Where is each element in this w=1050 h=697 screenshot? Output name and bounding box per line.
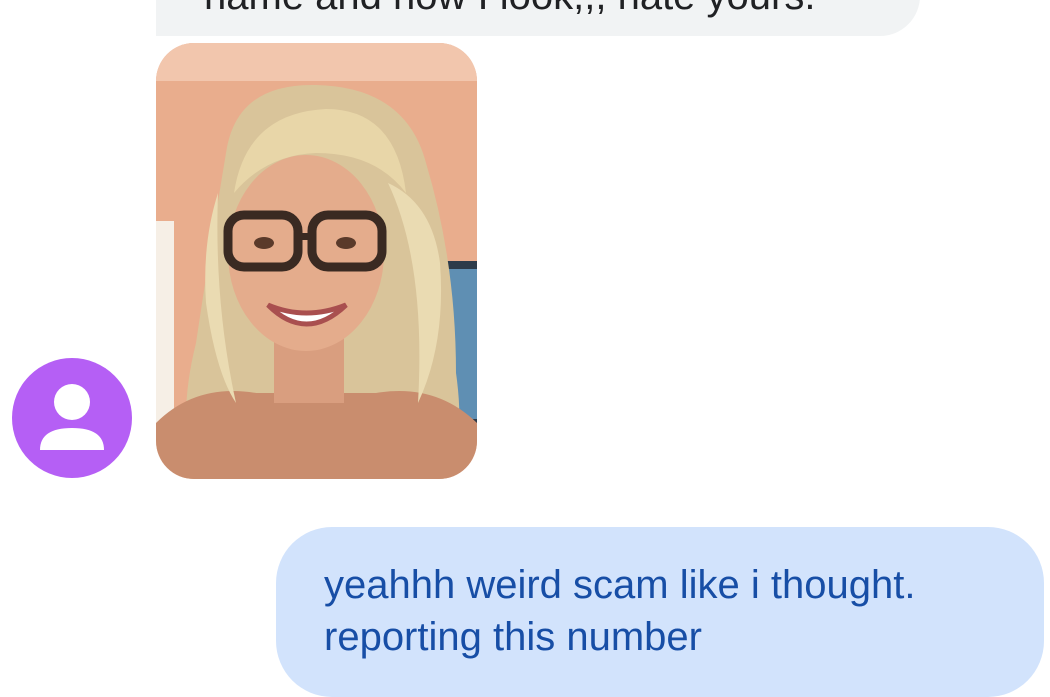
person-icon bbox=[40, 384, 104, 450]
outgoing-message-bubble[interactable]: yeahhh weird scam like i thought. report… bbox=[276, 527, 1044, 697]
outgoing-message-line: reporting this number bbox=[324, 615, 702, 659]
outgoing-message-text: yeahhh weird scam like i thought. report… bbox=[324, 559, 1024, 663]
incoming-message-bubble[interactable]: name and how I look,,, hate yours. bbox=[156, 0, 920, 36]
photo-attachment[interactable] bbox=[156, 43, 477, 479]
incoming-message-text: name and how I look,,, hate yours. bbox=[204, 0, 815, 20]
conversation-view: name and how I look,,, hate yours. bbox=[0, 0, 1050, 697]
contact-avatar[interactable] bbox=[12, 358, 132, 478]
photo-image bbox=[156, 43, 477, 479]
outgoing-message-line: yeahhh weird scam like i thought. bbox=[324, 563, 916, 607]
